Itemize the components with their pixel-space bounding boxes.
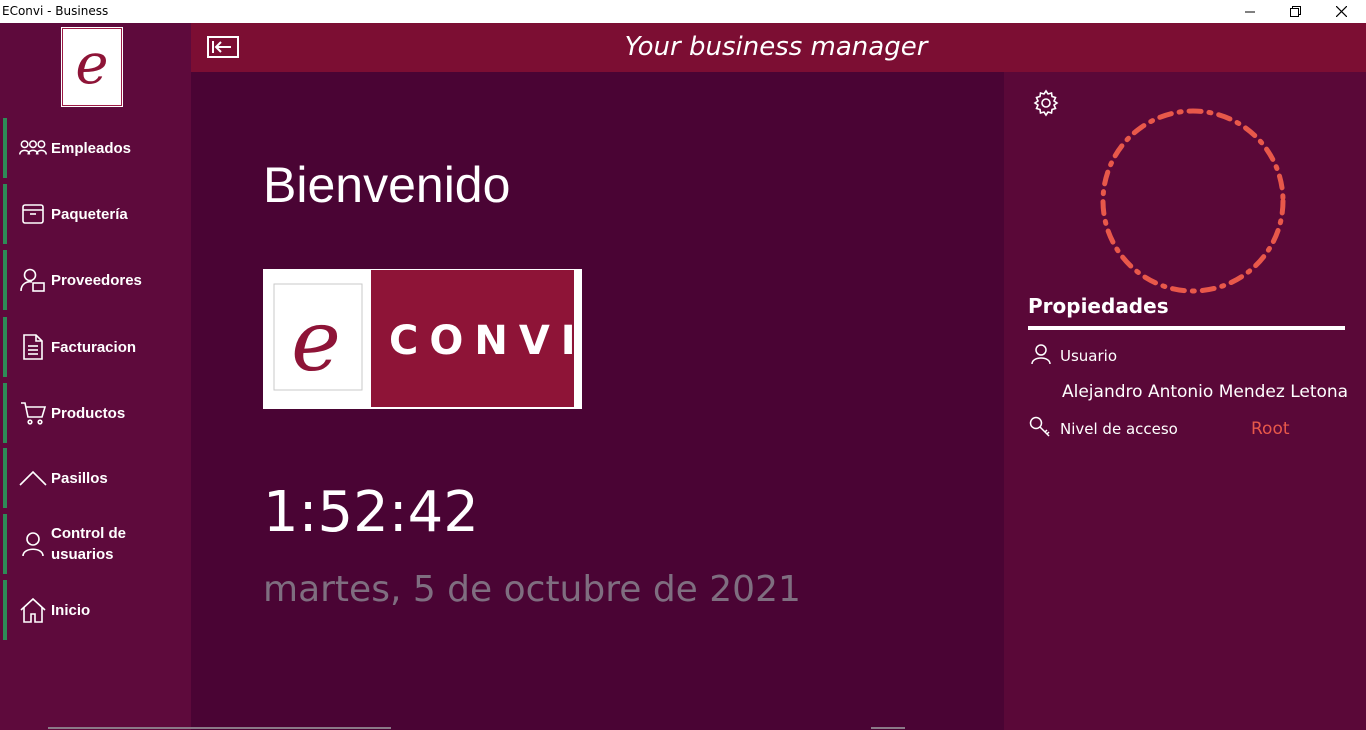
minimize-icon [1245, 11, 1255, 12]
app-header: Your business manager [191, 23, 1366, 72]
brand-logo: e [264, 270, 373, 407]
close-icon [1335, 6, 1347, 17]
scrollbar-thumb[interactable] [48, 727, 391, 729]
chevron-up-icon [19, 464, 47, 492]
properties-panel: Propiedades Usuario Alejandro Antonio Me… [1004, 72, 1366, 730]
welcome-heading: Bienvenido [263, 157, 511, 213]
close-button[interactable] [1318, 0, 1364, 23]
document-icon [19, 333, 47, 361]
app-logo: e [62, 28, 122, 106]
user-icon [19, 530, 47, 558]
sidebar-item-control-usuarios[interactable]: Control de usuarios [3, 514, 191, 574]
home-icon [19, 596, 47, 624]
window-title: EConvi - Business [2, 4, 109, 18]
sidebar-item-facturacion[interactable]: Facturacion [3, 317, 191, 377]
sidebar-item-paqueteria[interactable]: Paquetería [3, 184, 191, 244]
restore-icon [1289, 6, 1301, 17]
restore-button[interactable] [1272, 0, 1318, 23]
user-label: Usuario [1060, 347, 1118, 365]
header-tagline: Your business manager [624, 32, 928, 62]
scrollbar-thumb-secondary[interactable] [871, 727, 905, 729]
cart-icon [19, 399, 47, 427]
sidebar-item-productos[interactable]: Productos [3, 383, 191, 443]
loading-spinner [1100, 108, 1286, 294]
current-date: martes, 5 de octubre de 2021 [263, 569, 801, 610]
user-icon [1031, 344, 1051, 365]
svg-text:e: e [291, 292, 341, 390]
sidebar-item-label: Productos [51, 404, 126, 422]
sidebar-item-inicio[interactable]: Inicio [3, 580, 191, 640]
sidebar-item-proveedores[interactable]: Proveedores [3, 250, 191, 310]
brand-name-box: CONVI [373, 270, 576, 407]
properties-title: Propiedades [1028, 294, 1169, 318]
sidebar-item-label: Inicio [51, 601, 91, 619]
main-content: Bienvenido e CONVI 1:52:42 martes, 5 de … [191, 72, 1004, 730]
sidebar: e Empleados Paquetería Proveedores Factu… [0, 23, 191, 730]
sidebar-item-pasillos[interactable]: Pasillos [3, 448, 191, 508]
sidebar-item-empleados[interactable]: Empleados [3, 118, 191, 178]
user-name: Alejandro Antonio Mendez Letona [1062, 382, 1349, 402]
access-level-label: Nivel de acceso [1060, 420, 1178, 438]
key-icon [1029, 416, 1050, 437]
box-icon [19, 200, 47, 228]
supplier-icon [19, 266, 47, 294]
sidebar-item-label: Proveedores [51, 271, 142, 289]
sidebar-item-label: Control de usuarios [51, 525, 126, 563]
brand-banner: e CONVI [263, 269, 582, 409]
minimize-button[interactable] [1227, 0, 1273, 23]
access-level-value: Root [1251, 419, 1290, 439]
sidebar-item-label: Empleados [51, 139, 132, 157]
clock-time: 1:52:42 [263, 480, 479, 545]
brand-name: CONVI [389, 318, 587, 364]
sidebar-item-label: Pasillos [51, 469, 108, 487]
settings-button[interactable] [1032, 89, 1060, 117]
svg-text:e: e [75, 32, 108, 97]
sidebar-item-label: Facturacion [51, 338, 137, 356]
gear-icon [1033, 89, 1059, 117]
sidebar-item-label: Paquetería [51, 205, 128, 223]
properties-divider [1028, 326, 1345, 330]
window-titlebar: EConvi - Business [0, 0, 1366, 23]
people-icon [19, 134, 47, 162]
